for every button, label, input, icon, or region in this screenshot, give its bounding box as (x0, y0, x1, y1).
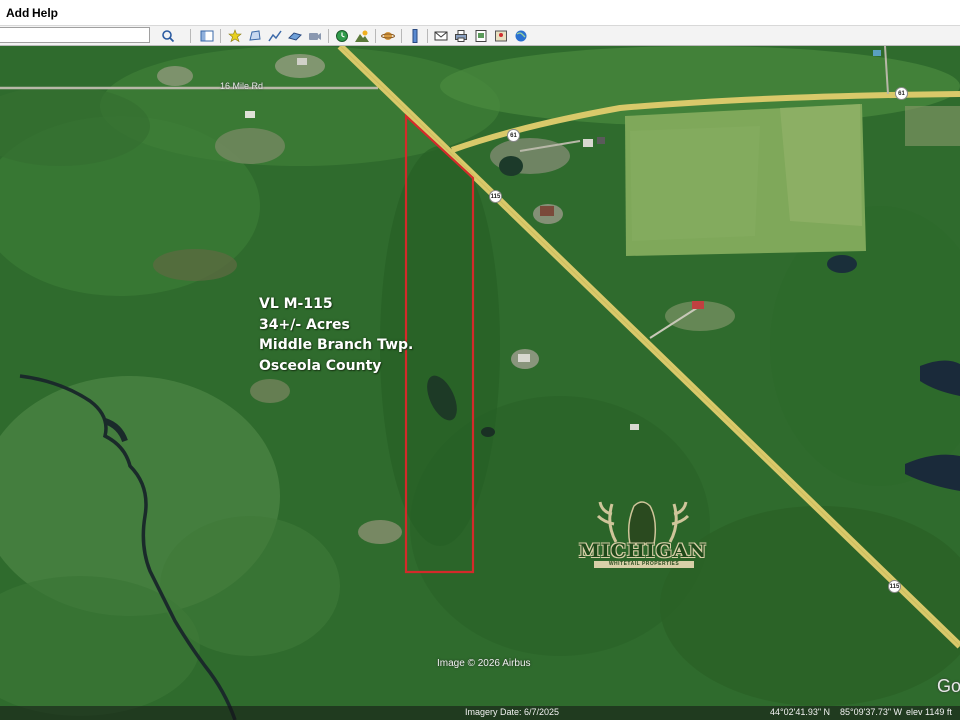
toolbar-separator (328, 29, 329, 43)
search-input[interactable] (0, 27, 150, 43)
save-image-icon (475, 29, 487, 42)
maps-icon (495, 30, 507, 41)
search-button[interactable] (159, 27, 177, 44)
route-shield-115: 115 (489, 190, 502, 203)
route-shield-61: 61 (507, 129, 520, 142)
toolbar-separator (401, 29, 402, 43)
imagery-attribution: Image © 2026 Airbus (437, 658, 531, 669)
road-label-16-mile: 16 Mile Rd (220, 81, 264, 91)
historical-imagery-button[interactable] (333, 27, 351, 44)
route-shield-61: 61 (895, 87, 908, 100)
planets-icon (381, 31, 395, 40)
globe-button[interactable] (512, 27, 530, 44)
save-image-button[interactable] (472, 27, 490, 44)
logo-wordmark: MICHIGAN (578, 540, 708, 562)
menu-add[interactable]: Add (6, 6, 29, 20)
status-bar: Imagery Date: 6/7/2025 44°02'41.93" N 85… (0, 706, 960, 720)
email-button[interactable] (432, 27, 450, 44)
email-icon (434, 31, 448, 40)
add-polygon-button[interactable] (246, 27, 264, 44)
add-path-button[interactable] (266, 27, 284, 44)
record-tour-button[interactable] (306, 27, 324, 44)
toolbar-separator (375, 29, 376, 43)
add-image-overlay-button[interactable] (286, 27, 304, 44)
ruler-button[interactable] (406, 27, 424, 44)
parcel-label-line: VL M-115 (259, 296, 333, 312)
planets-button[interactable] (379, 27, 397, 44)
add-placemark-button[interactable] (226, 27, 244, 44)
latitude-readout: 44°02'41.93" N (770, 707, 831, 717)
polygon-icon (249, 29, 261, 41)
toolbar-separator (220, 29, 221, 43)
sunlight-button[interactable] (353, 27, 371, 44)
parcel-label: VL M-115 34+/- Acres Middle Branch Twp. … (259, 294, 413, 376)
menu-help[interactable]: Help (32, 6, 58, 20)
parcel-label-line: 34+/- Acres (259, 316, 350, 333)
path-icon (268, 30, 282, 41)
imagery-date: Imagery Date: 6/7/2025 (465, 707, 560, 717)
view-in-maps-button[interactable] (492, 27, 510, 44)
sidebar-toggle-icon (200, 30, 214, 41)
satellite-imagery (0, 46, 960, 720)
route-shield-115: 115 (888, 580, 901, 593)
print-icon (455, 29, 467, 42)
sun-icon (355, 30, 369, 42)
image-overlay-icon (288, 31, 302, 41)
google-earth-window: Add Help VL M-115 34+/- Acres Middle Bra… (0, 0, 960, 720)
search-icon (162, 29, 175, 42)
placemark-icon (228, 28, 242, 42)
google-logo: Go (937, 676, 960, 696)
print-button[interactable] (452, 27, 470, 44)
toolbar-separator (190, 29, 191, 43)
elevation-readout: elev 1149 ft (906, 707, 952, 717)
historical-imagery-icon (336, 29, 348, 42)
toolbar-separator (427, 29, 428, 43)
globe-icon (515, 30, 527, 41)
tour-icon (309, 32, 321, 40)
toolbar (0, 26, 960, 46)
logo-subtitle: WHITETAIL PROPERTIES (594, 561, 694, 568)
map-view[interactable]: VL M-115 34+/- Acres Middle Branch Twp. … (0, 46, 960, 720)
michigan-whitetail-logo: MICHIGAN WHITETAIL PROPERTIES (568, 494, 718, 574)
menu-bar: Add Help (0, 0, 960, 26)
parcel-label-line: Middle Branch Twp. (259, 337, 414, 353)
longitude-readout: 85°09'37.73" W (840, 707, 903, 717)
sidebar-toggle-button[interactable] (198, 27, 216, 44)
ruler-icon (412, 28, 418, 43)
parcel-label-line: Osceola County (259, 357, 382, 374)
